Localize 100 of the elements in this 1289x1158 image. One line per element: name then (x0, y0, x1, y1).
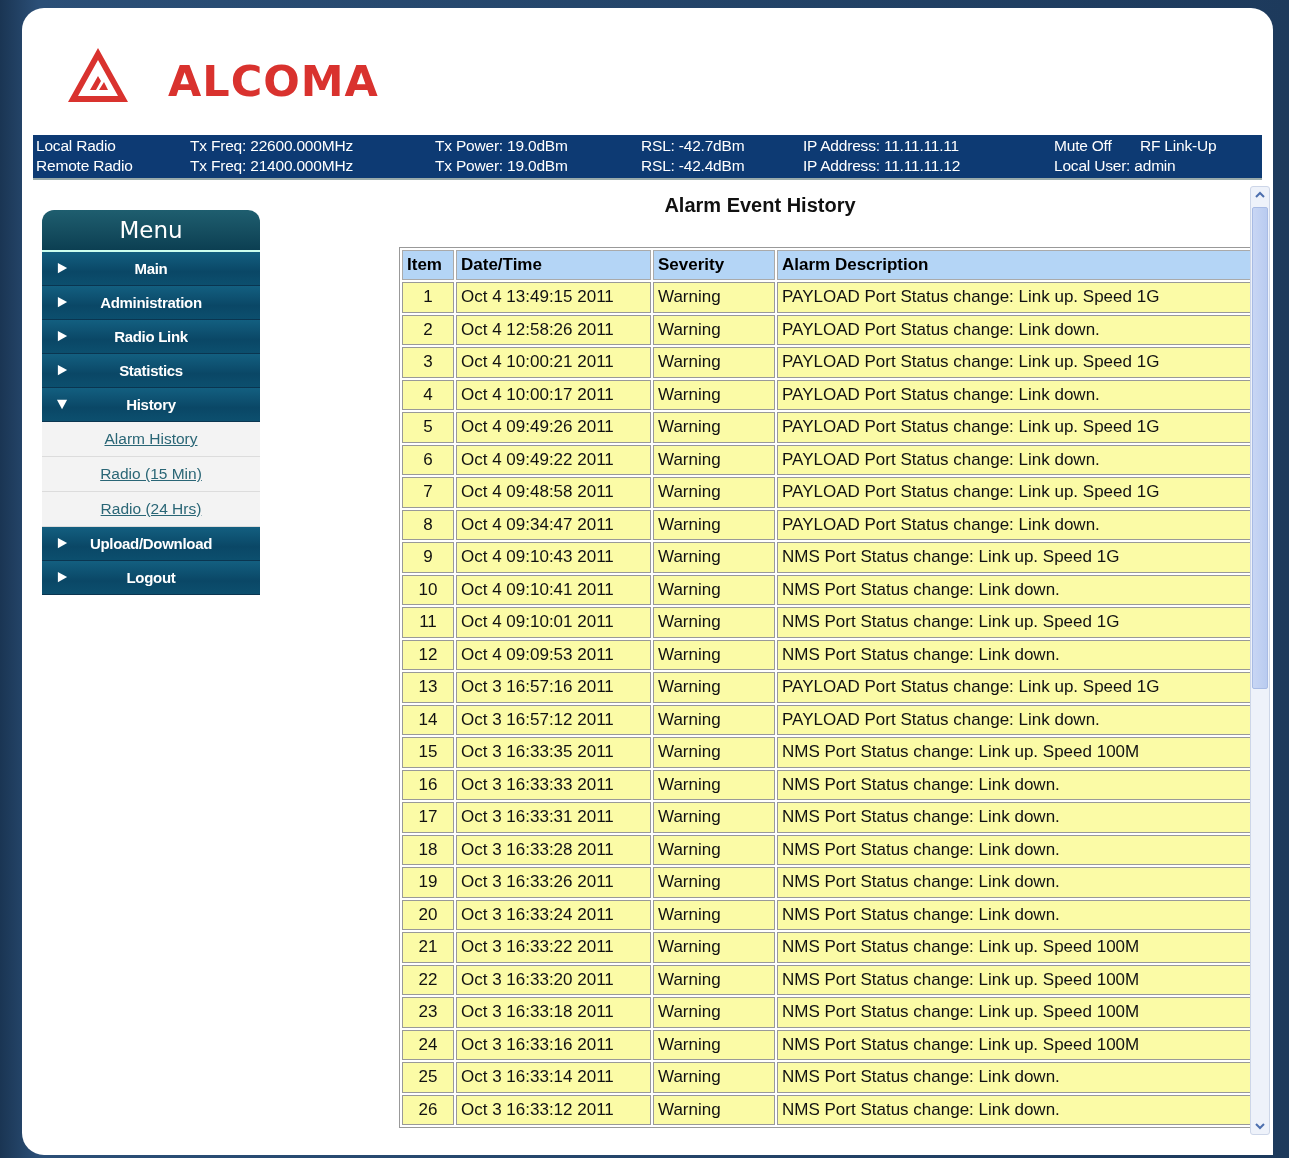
column-header: Date/Time (456, 250, 651, 280)
column-header: Item (402, 250, 454, 280)
table-cell: 12 (402, 639, 454, 670)
right-triangle-icon (56, 571, 69, 584)
table-cell: NMS Port Status change: Link up. Speed 100M (777, 964, 1250, 995)
table-cell: Oct 3 16:33:33 2011 (456, 769, 651, 800)
table-cell: 16 (402, 769, 454, 800)
table-cell: Warning (653, 379, 775, 410)
column-header: Alarm Description (777, 250, 1250, 280)
table-cell: PAYLOAD Port Status change: Link down. (777, 379, 1250, 410)
status-text: Tx Freq: 22600.000MHz (190, 136, 354, 156)
submenu-link[interactable]: Radio (24 Hrs) (100, 500, 202, 518)
menu-item[interactable]: History (42, 388, 260, 422)
logo-text: ALCOMA (168, 55, 379, 106)
table-cell: NMS Port Status change: Link up. Speed 100M (777, 997, 1250, 1028)
table-cell: 3 (402, 347, 454, 378)
menu-item[interactable]: Main (42, 252, 260, 286)
menu-item[interactable]: Logout (42, 561, 260, 595)
table-cell: 20 (402, 899, 454, 930)
table-cell: Warning (653, 607, 775, 638)
table-cell: 9 (402, 542, 454, 573)
table-cell: Warning (653, 1094, 775, 1125)
table-cell: Oct 3 16:33:22 2011 (456, 932, 651, 963)
submenu-link[interactable]: Alarm History (104, 430, 198, 448)
table-cell: Oct 4 09:09:53 2011 (456, 639, 651, 670)
table-cell: Oct 3 16:33:35 2011 (456, 737, 651, 768)
table-cell: Oct 4 09:49:26 2011 (456, 412, 651, 443)
menu-item[interactable]: Administration (42, 286, 260, 320)
menu-item[interactable]: Upload/Download (42, 527, 260, 561)
table-cell: 26 (402, 1094, 454, 1125)
table-cell: Warning (653, 1062, 775, 1093)
right-triangle-icon (56, 296, 69, 309)
table-cell: Warning (653, 412, 775, 443)
status-text: RF Link-Up (1140, 136, 1218, 156)
table-cell: Oct 4 09:49:22 2011 (456, 444, 651, 475)
table-cell: 11 (402, 607, 454, 638)
status-text: Tx Power: 19.0dBm (435, 136, 569, 156)
status-text: RSL: -42.4dBm (641, 156, 746, 176)
table-cell: Oct 3 16:33:20 2011 (456, 964, 651, 995)
right-triangle-icon (56, 262, 69, 275)
menu-title: Menu (119, 217, 183, 243)
table-cell: Warning (653, 867, 775, 898)
status-text: Tx Power: 19.0dBm (435, 156, 569, 176)
table-cell: NMS Port Status change: Link up. Speed 100M (777, 932, 1250, 963)
table-cell: Warning (653, 509, 775, 540)
table-cell: Warning (653, 802, 775, 833)
table-cell: NMS Port Status change: Link down. (777, 802, 1250, 833)
table-cell: Warning (653, 704, 775, 735)
table-cell: NMS Port Status change: Link down. (777, 834, 1250, 865)
table-cell: PAYLOAD Port Status change: Link up. Speed 1G (777, 412, 1250, 443)
table-cell: Oct 4 12:58:26 2011 (456, 314, 651, 345)
table-cell: PAYLOAD Port Status change: Link up. Speed 1G (777, 672, 1250, 703)
table-cell: Oct 3 16:57:16 2011 (456, 672, 651, 703)
table-cell: Oct 3 16:57:12 2011 (456, 704, 651, 735)
table-cell: Oct 4 09:10:01 2011 (456, 607, 651, 638)
table-cell: Oct 4 10:00:17 2011 (456, 379, 651, 410)
table-cell: NMS Port Status change: Link up. Speed 1G (777, 542, 1250, 573)
table-cell: Oct 4 09:48:58 2011 (456, 477, 651, 508)
status-text: IP Address: 11.11.11.11 (803, 136, 960, 156)
table-cell: 17 (402, 802, 454, 833)
column-header: Severity (653, 250, 775, 280)
table-cell: Oct 4 09:10:41 2011 (456, 574, 651, 605)
table-cell: Oct 3 16:33:12 2011 (456, 1094, 651, 1125)
submenu-link[interactable]: Radio (15 Min) (100, 465, 202, 483)
table-cell: Oct 3 16:33:16 2011 (456, 1029, 651, 1060)
table-cell: Oct 3 16:33:28 2011 (456, 834, 651, 865)
table-cell: 6 (402, 444, 454, 475)
table-cell: PAYLOAD Port Status change: Link down. (777, 444, 1250, 475)
table-cell: 25 (402, 1062, 454, 1093)
table-cell: 22 (402, 964, 454, 995)
table-cell: 18 (402, 834, 454, 865)
menu-item[interactable]: Statistics (42, 354, 260, 388)
scrollbar[interactable] (1250, 186, 1270, 1135)
table-cell: Warning (653, 574, 775, 605)
table-cell: Warning (653, 769, 775, 800)
table-cell: 23 (402, 997, 454, 1028)
table-cell: Warning (653, 347, 775, 378)
page-title: Alarm Event History (664, 194, 856, 217)
table-cell: PAYLOAD Port Status change: Link down. (777, 314, 1250, 345)
right-triangle-icon (56, 364, 69, 377)
table-cell: 7 (402, 477, 454, 508)
table-cell: NMS Port Status change: Link down. (777, 574, 1250, 605)
table-cell: Oct 3 16:33:24 2011 (456, 899, 651, 930)
table-cell: Oct 3 16:33:26 2011 (456, 867, 651, 898)
table-cell: 5 (402, 412, 454, 443)
table-cell: Oct 3 16:33:18 2011 (456, 997, 651, 1028)
table-cell: NMS Port Status change: Link down. (777, 899, 1250, 930)
table-cell: Oct 3 16:33:14 2011 (456, 1062, 651, 1093)
status-text: RSL: -42.7dBm (641, 136, 746, 156)
table-cell: Warning (653, 444, 775, 475)
table-cell: NMS Port Status change: Link up. Speed 100M (777, 1029, 1250, 1060)
table-cell: Warning (653, 542, 775, 573)
table-cell: Oct 3 16:33:31 2011 (456, 802, 651, 833)
table-cell: Oct 4 13:49:15 2011 (456, 282, 651, 313)
table-cell: 15 (402, 737, 454, 768)
table-cell: Warning (653, 737, 775, 768)
status-text: Mute Off (1054, 136, 1113, 156)
table-cell: Warning (653, 899, 775, 930)
menu-item[interactable]: Radio Link (42, 320, 260, 354)
table-cell: 13 (402, 672, 454, 703)
